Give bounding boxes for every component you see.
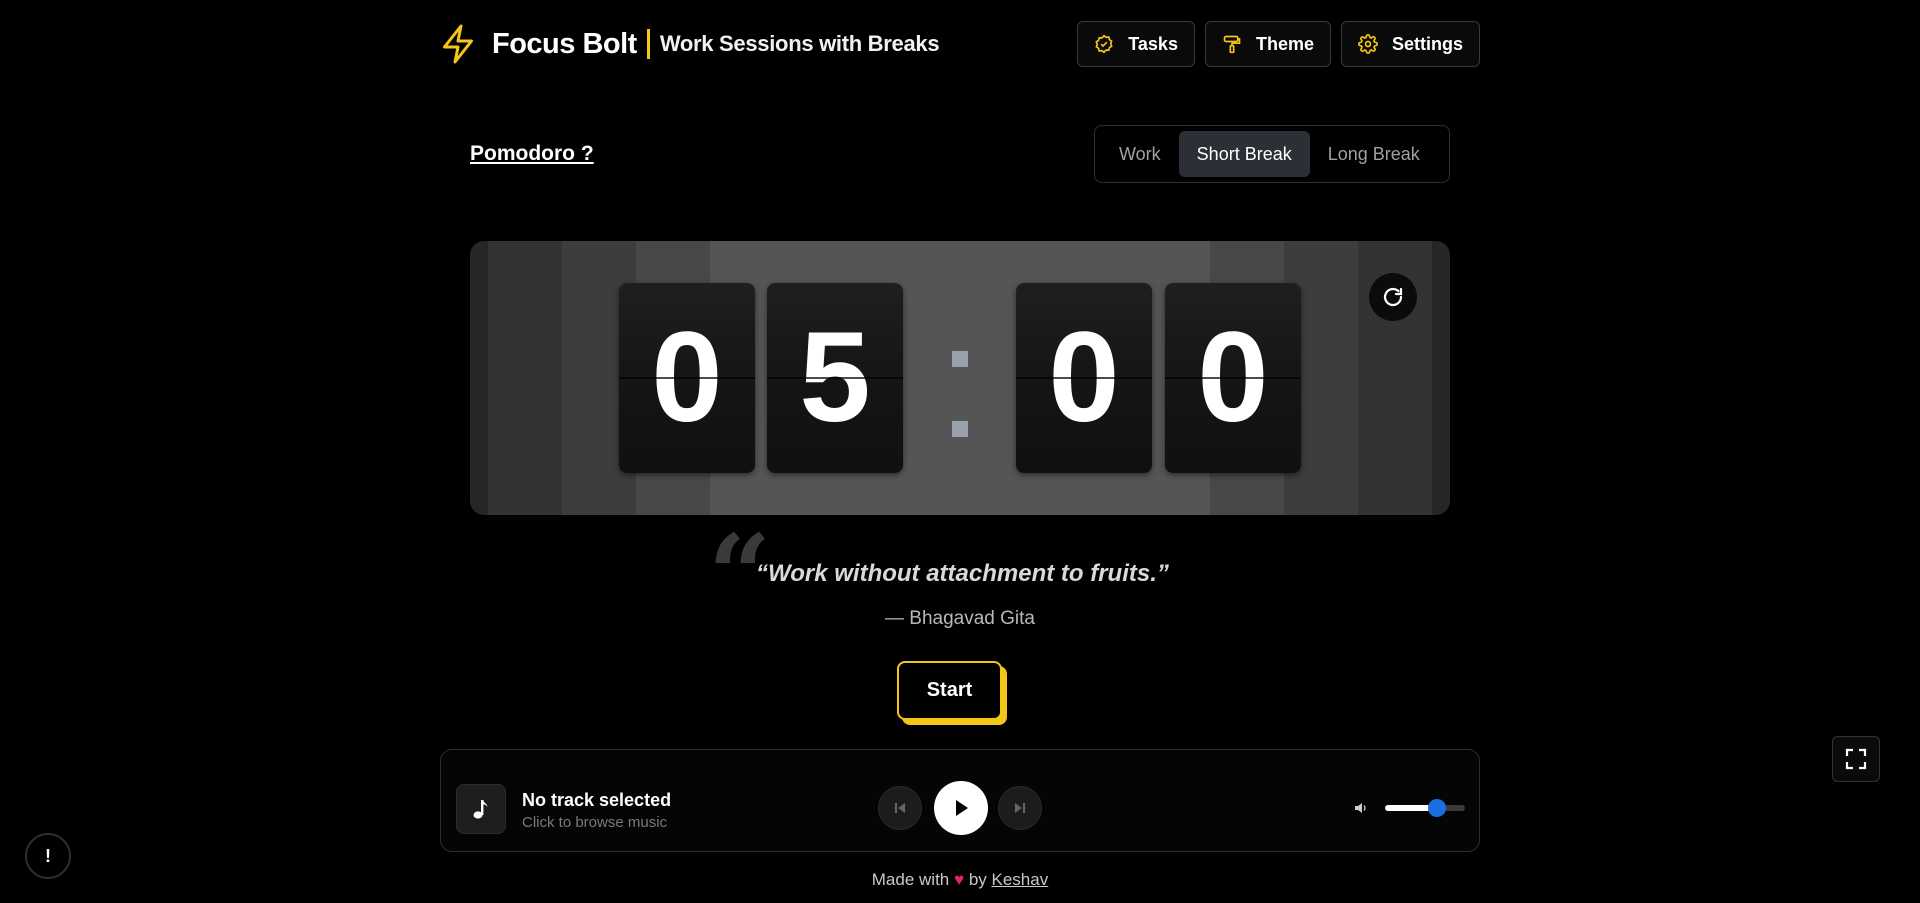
paint-roller-icon — [1223, 35, 1241, 54]
mode-selector: Work Short Break Long Break — [1094, 125, 1450, 183]
start-button[interactable]: Start — [897, 661, 1002, 720]
volume-icon[interactable] — [1353, 800, 1369, 816]
seconds-ones-digit: 0 — [1165, 283, 1301, 473]
next-track-button[interactable] — [998, 786, 1042, 830]
minutes-tens-digit: 0 — [619, 283, 755, 473]
minutes-ones-digit: 5 — [767, 283, 903, 473]
digit-text: 0 — [1048, 306, 1120, 449]
brand-subtitle: Work Sessions with Breaks — [659, 31, 940, 56]
tab-long-break[interactable]: Long Break — [1310, 131, 1438, 177]
skip-back-icon — [895, 803, 905, 813]
theme-label: Theme — [1255, 33, 1314, 54]
brand-divider — [646, 29, 650, 59]
app-header: Focus Bolt Work Sessions with Breaks Tas… — [440, 20, 1480, 68]
author-link[interactable]: Keshav — [992, 870, 1049, 889]
bolt-icon — [443, 24, 473, 64]
reset-timer-button[interactable] — [1369, 273, 1417, 321]
volume-slider[interactable] — [1385, 799, 1465, 817]
refresh-icon — [1383, 287, 1403, 307]
brand: Focus Bolt Work Sessions with Breaks — [440, 23, 940, 65]
footer-by: by — [968, 870, 987, 889]
footer-prefix: Made with — [871, 870, 950, 889]
tasks-button[interactable]: Tasks — [1077, 21, 1195, 67]
settings-label: Settings — [1391, 33, 1463, 54]
settings-button[interactable]: Settings — [1340, 21, 1480, 67]
track-subtitle[interactable]: Click to browse music — [522, 814, 667, 831]
play-button[interactable] — [934, 781, 988, 835]
top-nav: Tasks Theme Settings — [1077, 21, 1480, 67]
browse-music-button[interactable] — [456, 784, 506, 834]
digit-text: 5 — [799, 306, 871, 449]
check-circle-icon — [1095, 34, 1113, 54]
track-title[interactable]: No track selected — [522, 790, 671, 811]
music-note-icon — [473, 800, 488, 819]
fullscreen-button[interactable] — [1832, 736, 1880, 782]
play-icon — [956, 800, 968, 816]
previous-track-button[interactable] — [878, 786, 922, 830]
info-button[interactable]: ! — [25, 833, 71, 879]
skip-forward-icon — [1015, 803, 1025, 813]
pomodoro-info-link[interactable]: Pomodoro ? — [470, 142, 594, 166]
quote-author: — Bhagavad Gita — [885, 608, 1035, 629]
footer: Made with ♥ by Keshav — [0, 870, 1920, 890]
expand-icon — [1845, 748, 1867, 770]
gear-icon — [1358, 34, 1378, 54]
timer-panel: 0 5 0 0 — [470, 241, 1450, 515]
tab-short-break[interactable]: Short Break — [1178, 131, 1310, 177]
colon-dot-bottom — [952, 421, 968, 437]
seconds-tens-digit: 0 — [1016, 283, 1152, 473]
music-player: No track selected Click to browse music — [440, 749, 1480, 852]
tasks-label: Tasks — [1128, 33, 1178, 54]
brand-name: Focus Bolt — [492, 27, 637, 60]
heart-icon: ♥ — [953, 870, 965, 889]
digit-text: 0 — [1197, 306, 1269, 449]
volume-thumb[interactable] — [1428, 799, 1446, 817]
colon-dot-top — [952, 351, 968, 367]
digit-text: 0 — [651, 306, 723, 449]
theme-button[interactable]: Theme — [1204, 21, 1331, 67]
quote-text: “Work without attachment to fruits.” — [756, 560, 1169, 587]
tab-work[interactable]: Work — [1101, 131, 1179, 177]
